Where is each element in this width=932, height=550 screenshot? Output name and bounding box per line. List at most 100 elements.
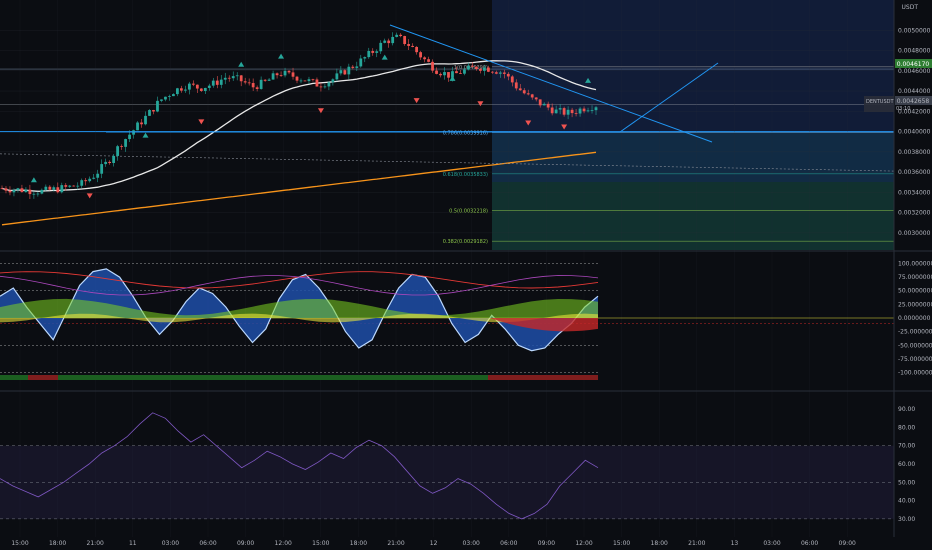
candle-body xyxy=(538,99,542,106)
candle-body xyxy=(423,57,426,60)
candle-body xyxy=(459,73,462,74)
candle-body xyxy=(195,84,199,89)
candle-body xyxy=(8,190,12,193)
time-tick-label: 21:00 xyxy=(688,540,705,547)
time-tick-label: 21:00 xyxy=(387,540,404,547)
candle-body xyxy=(506,73,510,77)
candle-body xyxy=(207,85,211,88)
time-tick-label: 09:00 xyxy=(839,540,856,547)
candle-body xyxy=(12,189,16,193)
price-tick-label: 0.0050000 xyxy=(898,27,931,34)
time-tick-label: 06:00 xyxy=(199,540,216,547)
time-tick-label: 03:00 xyxy=(463,540,480,547)
oscillator-tick-label: -25.0000000 xyxy=(898,329,932,336)
price-tick-label: 0.0046000 xyxy=(898,68,931,75)
candle-body xyxy=(582,108,586,112)
candle-body xyxy=(455,71,458,74)
candle-body xyxy=(223,77,227,80)
candle-body xyxy=(502,72,506,74)
candle-body xyxy=(168,96,171,97)
time-tick-label: 12 xyxy=(430,540,438,547)
candle-body xyxy=(518,88,522,91)
candle-body xyxy=(447,72,450,78)
candle-body xyxy=(148,110,151,116)
candle-body xyxy=(84,180,88,182)
candle-body xyxy=(96,173,100,178)
candle-body xyxy=(562,108,566,115)
candle-body xyxy=(355,66,359,68)
fib-label: 1(0.0046390) xyxy=(454,65,488,71)
candle-body xyxy=(339,70,343,74)
candle-body xyxy=(574,113,578,114)
time-tick-label: 18:00 xyxy=(651,540,668,547)
candle-body xyxy=(391,36,395,44)
candle-body xyxy=(203,87,207,91)
candle-body xyxy=(375,51,379,53)
candle-body xyxy=(104,161,108,165)
candle-body xyxy=(395,34,399,37)
trend-bar-red xyxy=(488,375,598,380)
time-tick-label: 15:00 xyxy=(312,540,329,547)
candle-body xyxy=(335,73,339,80)
candle-body xyxy=(550,107,554,114)
candle-body xyxy=(347,66,351,75)
candle-body xyxy=(16,188,20,190)
rsi-tick-label: 40.00 xyxy=(898,498,915,505)
price-tick-label: 0.0038000 xyxy=(898,149,931,156)
price-tick-label: 0.0040000 xyxy=(898,129,931,136)
candle-body xyxy=(387,40,391,44)
candle-body xyxy=(0,188,4,190)
candle-body xyxy=(176,88,179,95)
candle-body xyxy=(566,109,570,115)
current-price-value: 0.0046170 xyxy=(897,61,930,68)
candle-body xyxy=(32,193,36,195)
candle-body xyxy=(490,71,494,73)
candle-body xyxy=(279,75,283,76)
price-tick-label: 0.0032000 xyxy=(898,210,931,217)
time-tick-label: 06:00 xyxy=(500,540,517,547)
candle-body xyxy=(323,86,327,88)
candle-body xyxy=(526,93,530,95)
symbol-price: 0.0042658 xyxy=(897,98,930,105)
time-tick-label: 03:00 xyxy=(763,540,780,547)
candle-body xyxy=(56,187,60,193)
candle-body xyxy=(363,57,367,59)
time-tick-label: 18:00 xyxy=(350,540,367,547)
candle-body xyxy=(164,96,167,100)
candle-body xyxy=(327,82,331,87)
candle-body xyxy=(578,108,582,114)
candle-body xyxy=(247,82,251,84)
candle-body xyxy=(331,79,335,83)
candle-body xyxy=(183,89,187,91)
price-tick-label: 0.0036000 xyxy=(898,169,931,176)
candle-body xyxy=(80,180,84,186)
candle-body xyxy=(251,83,255,88)
candle-body xyxy=(120,146,123,148)
candle-body xyxy=(287,70,291,73)
trend-bar-red xyxy=(28,375,58,380)
time-tick-label: 12:00 xyxy=(575,540,592,547)
candle-body xyxy=(72,185,76,187)
oscillator-tick-label: 0.0000000 xyxy=(898,315,931,322)
time-tick-label: 06:00 xyxy=(801,540,818,547)
candle-body xyxy=(307,79,311,82)
candle-body xyxy=(494,72,498,74)
candle-body xyxy=(291,72,295,77)
candle-body xyxy=(100,164,104,174)
oscillator-tick-label: -75.0000000 xyxy=(898,356,932,363)
candle-body xyxy=(475,66,478,70)
trend-bar-green xyxy=(0,375,28,380)
trading-chart[interactable]: 1(0.0046390) 0.786(0.0039916) 0.618(0.0035… xyxy=(0,0,932,550)
candle-body xyxy=(570,109,574,114)
candle-body xyxy=(427,59,430,62)
candle-body xyxy=(255,87,259,89)
candle-body xyxy=(36,193,40,195)
candle-body xyxy=(68,185,72,187)
candle-body xyxy=(315,79,319,87)
candle-body xyxy=(259,79,263,89)
candle-body xyxy=(415,46,419,53)
candle-body xyxy=(116,146,120,156)
candle-body xyxy=(439,73,442,76)
oscillator-tick-label: -100.0000000 xyxy=(898,370,932,377)
candle-body xyxy=(542,103,546,106)
